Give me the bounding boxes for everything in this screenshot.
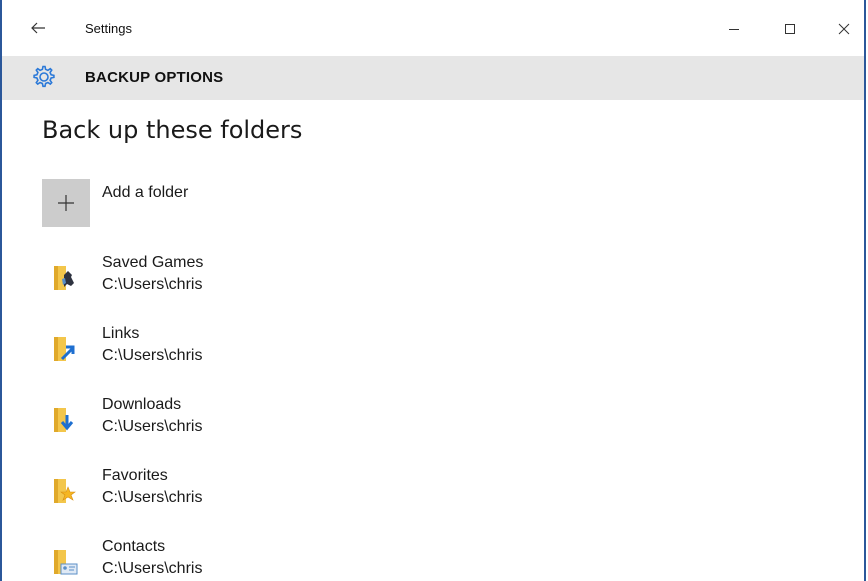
folder-path: C:\Users\chris [102,489,203,506]
folder-path: C:\Users\chris [102,418,203,435]
folder-path: C:\Users\chris [102,276,203,293]
folder-path: C:\Users\chris [102,347,203,364]
folder-item-downloads[interactable]: Downloads C:\Users\chris [42,396,462,448]
links-folder-icon [54,337,75,361]
title-bar: Settings [2,0,864,56]
folder-name: Links [102,325,140,342]
close-button[interactable] [824,14,864,44]
folder-name: Downloads [102,396,182,413]
back-button[interactable] [26,16,50,40]
favorites-folder-icon [54,479,76,503]
contacts-folder-icon [54,550,78,575]
back-arrow-icon [31,22,45,34]
minimize-icon [729,29,739,30]
add-folder-tile[interactable] [42,179,90,227]
downloads-folder-icon [54,408,74,432]
folder-name: Contacts [102,538,166,555]
folder-item-favorites[interactable]: Favorites C:\Users\chris [42,467,462,519]
folder-item-contacts[interactable]: Contacts C:\Users\chris [42,538,462,581]
plus-icon [58,195,74,211]
folder-name: Saved Games [102,254,204,271]
add-folder-label: Add a folder [102,184,189,201]
page-header: BACKUP OPTIONS [2,56,864,100]
folder-name: Favorites [102,467,168,484]
app-title: Settings [85,21,132,36]
close-icon [838,23,850,35]
settings-window: Settings BACKUP OPTIONS Back up these fo… [0,0,866,581]
section-title: Back up these folders [42,116,303,144]
saved-games-folder-icon [54,266,74,290]
gear-icon [33,65,55,88]
folder-item-saved-games[interactable]: Saved Games C:\Users\chris [42,254,462,306]
folder-item-links[interactable]: Links C:\Users\chris [42,325,462,377]
minimize-button[interactable] [714,14,754,44]
page-title: BACKUP OPTIONS [85,69,224,86]
folder-path: C:\Users\chris [102,560,203,577]
maximize-button[interactable] [770,14,810,44]
maximize-icon [785,24,795,34]
